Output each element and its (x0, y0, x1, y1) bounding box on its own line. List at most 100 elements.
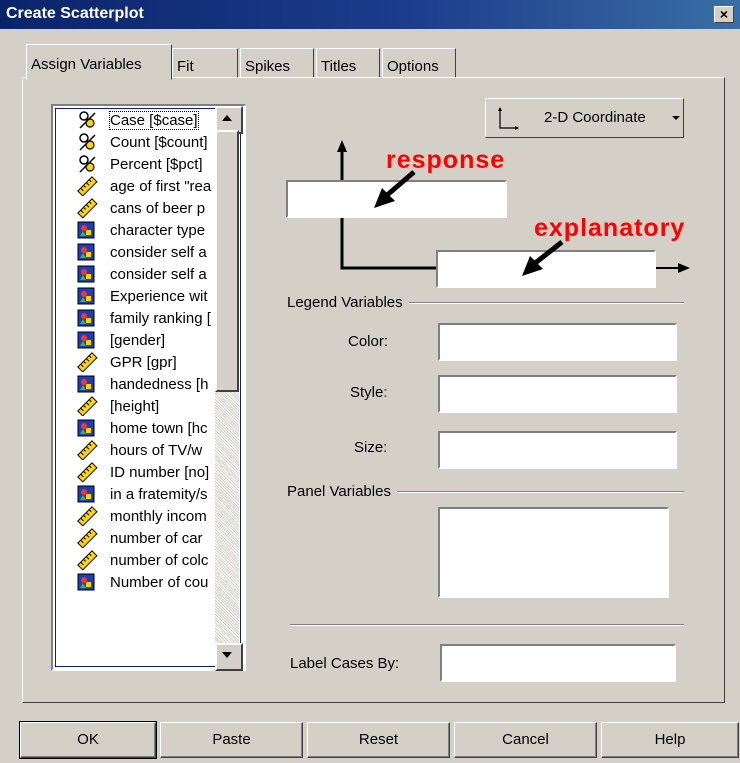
scale-ruler-icon (66, 198, 104, 218)
title-bar: Create Scatterplot × (0, 0, 740, 29)
list-item[interactable]: family ranking [ (56, 307, 240, 329)
arrow-up-icon (222, 115, 232, 121)
list-item[interactable]: character type (56, 219, 240, 241)
tab-fit[interactable]: Fit (172, 48, 238, 78)
list-item[interactable]: GPR [gpr] (56, 351, 240, 373)
coordinate-type-label: 2-D Coordinate (544, 109, 646, 126)
style-label: Style: (350, 384, 388, 401)
list-item[interactable]: consider self a (56, 263, 240, 285)
scale-ruler-icon (66, 528, 104, 548)
y-arrow-icon (337, 140, 347, 152)
list-item[interactable]: number of colc (56, 549, 240, 571)
arrow-down-icon (222, 652, 232, 658)
legend-variables-heading: Legend Variables (283, 294, 409, 311)
list-item-label: Number of cou (110, 573, 209, 591)
ok-button[interactable]: OK (19, 721, 157, 759)
scale-ruler-icon (66, 352, 104, 372)
tab-spikes[interactable]: Spikes (240, 48, 314, 78)
close-button[interactable]: × (714, 6, 734, 23)
list-item-label: number of colc (110, 551, 209, 569)
list-item[interactable]: ID number [no] (56, 461, 240, 483)
nominal-variable-icon (66, 418, 104, 438)
response-pointer-arrow (374, 170, 416, 208)
color-field[interactable] (438, 323, 677, 361)
list-item[interactable]: consider self a (56, 241, 240, 263)
scale-ruler-icon (66, 462, 104, 482)
scale-ruler-icon (66, 440, 104, 460)
system-variable-icon (66, 154, 104, 174)
nominal-variable-icon (66, 242, 104, 262)
list-item-label: home town [hc (110, 419, 208, 437)
x-arrow-icon (678, 263, 690, 273)
nominal-variable-icon (66, 286, 104, 306)
paste-button[interactable]: Paste (160, 722, 303, 758)
nominal-variable-icon (66, 374, 104, 394)
tab-titles[interactable]: Titles (316, 48, 380, 78)
coordinate-type-dropdown[interactable]: 2-D Coordinate (485, 98, 684, 138)
reset-button[interactable]: Reset (307, 722, 450, 758)
list-item[interactable]: Percent [$pct] (56, 153, 240, 175)
help-button[interactable]: Help (601, 722, 739, 758)
nominal-variable-icon (66, 264, 104, 284)
list-item-label: Experience wit (110, 287, 208, 305)
system-variable-icon (66, 132, 104, 152)
list-item-label: Count [$count] (110, 133, 208, 151)
scale-ruler-icon (66, 396, 104, 416)
list-item-label: age of first "rea (110, 177, 212, 195)
list-item[interactable]: age of first "rea (56, 175, 240, 197)
tab-options[interactable]: Options (382, 48, 456, 78)
explanatory-pointer-arrow (522, 240, 564, 276)
axes-icon (498, 107, 519, 130)
list-item-label: consider self a (110, 265, 207, 283)
style-field[interactable] (438, 375, 677, 413)
panel-variables-heading: Panel Variables (283, 483, 397, 500)
list-item[interactable]: home town [hc (56, 417, 240, 439)
list-item-label: [gender] (110, 331, 166, 349)
list-item[interactable]: monthly incom (56, 505, 240, 527)
scale-ruler-icon (66, 176, 104, 196)
panel-variables-field[interactable] (438, 507, 669, 598)
chevron-down-icon (672, 116, 680, 120)
system-variable-icon (66, 110, 104, 130)
list-item[interactable]: Number of cou (56, 571, 240, 593)
scroll-down-button[interactable] (215, 643, 243, 671)
list-item-label: character type (110, 221, 206, 239)
list-item[interactable]: Count [$count] (56, 131, 240, 153)
list-item-label: [height] (110, 397, 160, 415)
label-cases-by-field[interactable] (440, 644, 676, 682)
list-item-label: in a fratemity/s (110, 485, 208, 503)
list-item-label: GPR [gpr] (110, 353, 177, 371)
scale-ruler-icon (66, 506, 104, 526)
size-field[interactable] (438, 431, 677, 469)
nominal-variable-icon (66, 572, 104, 592)
list-item[interactable]: cans of beer p (56, 197, 240, 219)
list-item-label: number of car (110, 529, 203, 547)
separator-line (290, 624, 684, 626)
label-cases-by-label: Label Cases By: (290, 655, 400, 672)
variable-list-scrollbar[interactable] (215, 106, 243, 671)
list-item-label: cans of beer p (110, 199, 206, 217)
list-item[interactable]: hours of TV/w (56, 439, 240, 461)
list-item-label: Case [$case] (109, 110, 199, 130)
list-item[interactable]: [height] (56, 395, 240, 417)
cancel-button[interactable]: Cancel (454, 722, 597, 758)
list-item[interactable]: in a fratemity/s (56, 483, 240, 505)
list-item-label: Percent [$pct] (110, 155, 203, 173)
nominal-variable-icon (66, 308, 104, 328)
list-item-label: ID number [no] (110, 463, 210, 481)
list-item[interactable]: number of car (56, 527, 240, 549)
nominal-variable-icon (66, 220, 104, 240)
list-item-label: family ranking [ (110, 309, 211, 327)
list-item-label: monthly incom (110, 507, 207, 525)
tab-assign-variables[interactable]: Assign Variables (26, 44, 172, 80)
color-label: Color: (348, 333, 389, 350)
list-item[interactable]: Experience wit (56, 285, 240, 307)
nominal-variable-icon (66, 484, 104, 504)
list-item[interactable]: [gender] (56, 329, 240, 351)
list-item-label: hours of TV/w (110, 441, 203, 459)
list-item[interactable]: handedness [h (56, 373, 240, 395)
list-item[interactable]: Case [$case] (56, 109, 240, 131)
scroll-thumb[interactable] (215, 130, 239, 392)
scale-ruler-icon (66, 550, 104, 570)
list-item-label: consider self a (110, 243, 207, 261)
